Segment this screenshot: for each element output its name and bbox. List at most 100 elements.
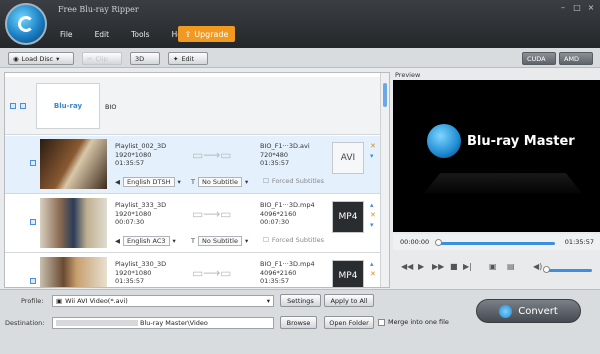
disc-group-row[interactable]: Blu-ray BIO [5,77,381,135]
preview-screen: Blu-ray Master [393,80,600,232]
output-format-icon[interactable]: MP4 [332,201,364,233]
forced-subtitles-checkbox[interactable]: ☐ Forced Subtitles [263,177,324,185]
video-row[interactable]: Playlist_333_3D 1920*1080 00:07:30 ▭ ⟶ ▭… [5,195,381,253]
settings-button[interactable]: Settings [280,294,321,307]
output-duration: 00:07:30 [260,218,290,226]
title-bar: Free Blu-ray Ripper File Edit Tools Help… [0,0,600,48]
snapshot-icon[interactable]: ▣ [489,262,497,271]
current-time: 00:00:00 [400,238,430,246]
seek-knob[interactable] [435,239,442,246]
output-format-icon[interactable]: AVI [332,142,364,174]
3d-button[interactable]: 3D [130,52,160,65]
list-scrollbar[interactable] [380,73,389,287]
edit-label: Edit [181,54,195,63]
output-format-icon[interactable]: MP4 [332,260,364,287]
menu-edit[interactable]: Edit [93,29,112,40]
seek-slider[interactable] [437,242,555,245]
audio-track-select[interactable]: ◀ English AC3 ▾ [115,236,176,246]
convert-button[interactable]: Convert [476,299,581,323]
apply-to-all-button[interactable]: Apply to All [324,294,374,307]
next-icon[interactable]: ▶| [463,262,472,271]
video-row[interactable]: Playlist_330_3D 1920*1080 01:35:57 ▭ ⟶ ▭… [5,254,381,287]
folder-icon[interactable]: ▤ [507,262,515,271]
amd-label: AMD [564,54,580,63]
output-resolution: 4096*2160 [260,209,297,218]
move-up-icon[interactable]: ▴ [370,260,374,268]
row-checkbox[interactable] [30,278,36,284]
close-button[interactable]: × [586,3,596,12]
output-name: BIO_F1···3D.mp4 [260,260,315,268]
menu-file[interactable]: File [58,29,75,40]
subtitle-select[interactable]: T No Subtitle ▾ [191,236,248,246]
disc-thumbnail: Blu-ray [36,83,100,129]
move-down-icon[interactable]: ▾ [370,221,374,229]
group-checkbox[interactable] [10,103,16,109]
output-info: BIO_F1···3D.mp4 4096*2160 01:35:57 [260,260,315,286]
time-bar: 00:00:00 01:35:57 [393,234,600,250]
subtitle-value: No Subtitle [197,236,242,246]
move-down-icon[interactable]: ▾ [370,152,374,160]
brand-plate [423,173,583,194]
clip-button[interactable]: ✂ Clip [82,52,122,65]
checkbox-icon [378,318,385,326]
3d-label: 3D [135,54,145,63]
preview-label: Preview [395,71,421,79]
video-row[interactable]: Playlist_002_3D 1920*1080 01:35:57 ▭ ⟶ ▭… [5,136,381,194]
app-logo [5,3,47,45]
open-folder-button[interactable]: Open Folder [324,316,374,329]
scrollbar-thumb[interactable] [383,83,387,107]
volume-slider[interactable] [548,269,592,272]
rewind-icon[interactable]: ◀◀ [401,262,413,271]
volume-knob[interactable] [543,266,550,273]
subtitle-select[interactable]: T No Subtitle ▾ [191,177,248,187]
source-duration: 01:35:57 [115,159,145,167]
playback-controls: ◀◀ ▶ ▶▶ ■ ▶| ▣ ▤ ◀) [393,258,600,280]
cuda-button[interactable]: CUDA [522,52,556,65]
destination-value: Blu-ray Master\Video [140,319,208,327]
audio-icon: ◀ [115,178,120,186]
stop-icon[interactable]: ■ [450,262,458,271]
play-icon[interactable]: ▶ [418,262,424,271]
subtitle-icon: T [191,178,195,186]
merge-checkbox[interactable]: Merge into one file [378,318,449,326]
load-disc-button[interactable]: ◉ Load Disc ▾ [8,52,74,65]
menu-tools[interactable]: Tools [129,29,151,40]
source-info: Playlist_333_3D 1920*1080 00:07:30 [115,201,166,227]
forward-icon[interactable]: ▶▶ [432,262,444,271]
amd-button[interactable]: AMD [559,52,593,65]
delete-icon[interactable]: ✕ [370,270,376,278]
row-checkbox[interactable] [30,219,36,225]
source-duration: 00:07:30 [115,218,145,226]
maximize-button[interactable]: □ [572,3,582,12]
source-info: Playlist_330_3D 1920*1080 01:35:57 [115,260,166,286]
row-checkbox[interactable] [30,160,36,166]
chevron-down-icon: ▾ [266,297,270,305]
output-duration: 01:35:57 [260,159,290,167]
move-up-icon[interactable]: ▴ [370,201,374,209]
forced-subtitles-checkbox[interactable]: ☐ Forced Subtitles [263,236,324,244]
toolbar: ◉ Load Disc ▾ ✂ Clip 3D ✦ Edit CUDA AMD [0,48,600,68]
source-resolution: 1920*1080 [115,150,152,159]
source-title: Playlist_002_3D [115,142,167,150]
expand-checkbox[interactable] [20,103,26,109]
edit-button[interactable]: ✦ Edit [168,52,208,65]
upgrade-button[interactable]: ⇪ Upgrade [178,26,235,42]
video-thumbnail [40,198,107,248]
scissors-icon: ✂ [87,54,93,63]
delete-icon[interactable]: ✕ [370,142,376,150]
volume-icon[interactable]: ◀) [533,262,542,271]
destination-input[interactable]: Blu-ray Master\Video [52,317,274,329]
audio-track-select[interactable]: ◀ English DTSH ▾ [115,177,181,187]
delete-icon[interactable]: ✕ [370,211,376,219]
clip-label: Clip [95,54,108,63]
profile-select[interactable]: ▣ Wii AVI Video(*.avi) ▾ [52,295,274,307]
forced-subtitles-label: Forced Subtitles [271,236,325,244]
disc-icon: ◉ [13,54,19,63]
chevron-down-icon: ▾ [56,54,60,63]
profile-value: Wii AVI Video(*.avi) [65,297,128,305]
minimize-button[interactable]: – [558,3,568,12]
edit-icon: ✦ [173,54,179,63]
app-title: Free Blu-ray Ripper [58,5,139,14]
output-info: BIO_F1···3D.mp4 4096*2160 00:07:30 [260,201,315,227]
browse-button[interactable]: Browse [280,316,317,329]
